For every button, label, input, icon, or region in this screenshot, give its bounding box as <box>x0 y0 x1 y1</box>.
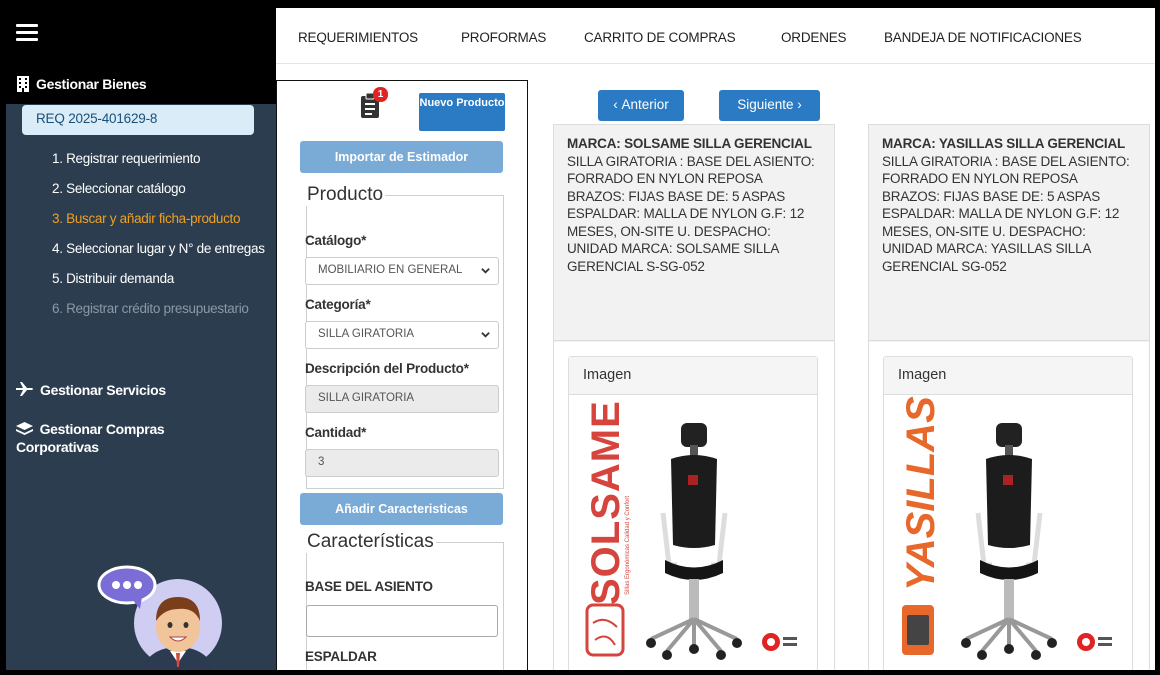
step-3[interactable]: 3. Buscar y añadir ficha-producto <box>52 210 272 227</box>
nav-requerimientos[interactable]: REQUERIMIENTOS <box>298 30 418 45</box>
image-panel-title: Imagen <box>884 357 1132 395</box>
anterior-button[interactable]: ‹ Anterior <box>598 90 684 121</box>
descripcion-field: SILLA GIRATORIA <box>305 385 499 413</box>
nav-gestionar-bienes[interactable]: Gestionar Bienes <box>16 76 147 92</box>
step-4[interactable]: 4. Seleccionar lugar y N° de entregas <box>52 240 272 257</box>
step-6: 6. Registrar crédito presupuestario <box>52 301 249 316</box>
descripcion-label: Descripción del Producto* <box>305 361 469 376</box>
step-2[interactable]: 2. Seleccionar catálogo <box>52 180 272 197</box>
anadir-caracteristicas-button[interactable]: Añadir Caracteristicas <box>300 493 503 525</box>
peru-compras-logo <box>1077 633 1112 651</box>
step-5[interactable]: 5. Distribuir demanda <box>52 270 272 287</box>
product-image: SOLSAME Sillas Ergonómicas Calidad y Con… <box>584 400 797 660</box>
steps-list: 1. Registrar requerimiento 2. Selecciona… <box>52 150 272 330</box>
card-title: MARCA: YASILLAS SILLA GERENCIAL <box>882 136 1126 151</box>
brand-logo-solsame: SOLSAME <box>584 400 628 605</box>
req-code-box[interactable]: REQ 2025-401629-8 <box>22 105 254 135</box>
importar-estimador-button[interactable]: Importar de Estimador <box>300 141 503 173</box>
menu-icon[interactable] <box>16 24 38 42</box>
layers-icon <box>16 422 33 435</box>
chair-graphic <box>961 423 1057 660</box>
siguiente-button[interactable]: Siguiente › <box>719 90 820 121</box>
base-asiento-input[interactable] <box>306 605 498 637</box>
nav-gestionar-servicios[interactable]: Gestionar Servicios <box>16 382 166 398</box>
espaldar-label: ESPALDAR <box>305 649 377 664</box>
image-panel: Imagen SOLSAME Sillas Ergonómicas Calida… <box>568 356 818 670</box>
brand-logo-yasillas: YASILLAS <box>899 396 943 591</box>
product-card[interactable]: MARCA: YASILLAS SILLA GERENCIAL SILLA GI… <box>868 124 1150 670</box>
catalogo-select[interactable]: MOBILIARIO EN GENERAL <box>305 257 499 285</box>
chevron-down-icon <box>481 268 490 274</box>
cantidad-field: 3 <box>305 449 499 477</box>
clipboard-icon[interactable]: 1 <box>359 87 388 124</box>
caracteristicas-legend: Características <box>307 531 434 552</box>
card-description: SILLA GIRATORIA : BASE DEL ASIENTO: FORR… <box>567 153 815 274</box>
image-panel: Imagen YASILLAS <box>883 356 1133 670</box>
top-nav: REQUERIMIENTOS PROFORMAS CARRITO DE COMP… <box>276 8 1155 64</box>
nav-gestionar-compras[interactable]: Gestionar Compras Corporativas <box>16 420 216 456</box>
chair-graphic <box>646 423 742 660</box>
chevron-down-icon <box>481 332 490 338</box>
step-1[interactable]: 1. Registrar requerimiento <box>52 150 272 167</box>
categoria-label: Categoría* <box>305 297 371 312</box>
product-form-panel: 1 Nuevo Producto Importar de Estimador P… <box>276 80 528 670</box>
nuevo-producto-button[interactable]: Nuevo Producto <box>419 93 505 131</box>
nav-carrito[interactable]: CARRITO DE COMPRAS <box>584 30 736 45</box>
base-asiento-label: BASE DEL ASIENTO <box>305 579 433 594</box>
peru-compras-logo <box>762 633 797 651</box>
nav-ordenes[interactable]: ORDENES <box>781 30 847 45</box>
chevron-right-icon: › <box>793 97 802 112</box>
airplane-icon <box>16 382 33 396</box>
card-description: SILLA GIRATORIA : BASE DEL ASIENTO: FORR… <box>882 153 1130 274</box>
producto-legend: Producto <box>307 184 384 205</box>
assistant-avatar[interactable] <box>96 563 226 670</box>
image-panel-title: Imagen <box>569 357 817 395</box>
product-image: YASILLAS <box>899 396 1112 660</box>
nav-proformas[interactable]: PROFORMAS <box>461 30 546 45</box>
notification-badge: 1 <box>373 87 388 102</box>
catalogo-label: Catálogo* <box>305 233 367 248</box>
categoria-select[interactable]: SILLA GIRATORIA <box>305 321 499 349</box>
card-title: MARCA: SOLSAME SILLA GERENCIAL <box>567 136 812 151</box>
building-icon <box>17 76 29 92</box>
product-card[interactable]: MARCA: SOLSAME SILLA GERENCIAL SILLA GIR… <box>553 124 835 670</box>
brand-tagline: Sillas Ergonómicas Calidad y Confort <box>625 496 631 595</box>
cantidad-label: Cantidad* <box>305 425 367 440</box>
sidebar: Gestionar Bienes REQ 2025-401629-8 1. Re… <box>6 8 276 670</box>
nav-notificaciones[interactable]: BANDEJA DE NOTIFICACIONES <box>884 30 1082 45</box>
